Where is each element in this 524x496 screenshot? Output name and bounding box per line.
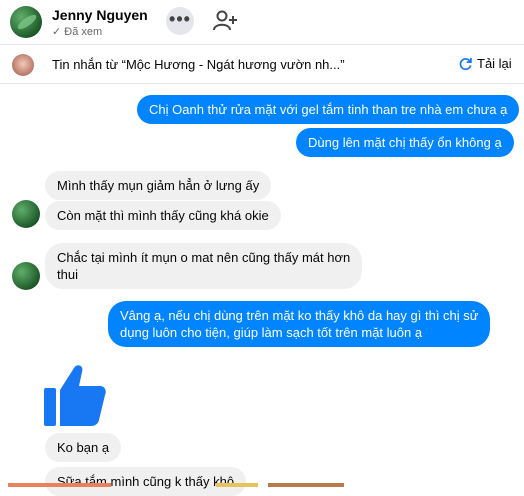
reload-icon [459, 57, 472, 71]
forwarded-from-bar: Tin nhắn từ “Mộc Hương - Ngát hương vườn… [0, 44, 524, 84]
attachment-preview[interactable] [8, 483, 111, 487]
page-avatar [12, 54, 34, 76]
message-bubble-outgoing[interactable]: Vâng ạ, nếu chị dùng trên mặt ko thấy kh… [108, 301, 491, 347]
message-bubble-outgoing[interactable]: Chị Oanh thử rửa mặt với gel tắm tinh th… [137, 95, 520, 124]
contact-avatar-small[interactable] [12, 200, 40, 228]
like-icon [44, 365, 106, 426]
message-bubble-incoming[interactable]: Mình thấy mụn giảm hẳn ở lưng ấy [45, 171, 272, 200]
seen-status: ✓ Đã xem [52, 26, 103, 38]
message-line: thui [57, 267, 78, 282]
attachment-preview[interactable] [268, 483, 344, 487]
add-person-icon [213, 10, 237, 31]
contact-avatar-small[interactable] [12, 262, 40, 290]
message-line: Vâng ạ, nếu chị dùng trên mặt ko thấy kh… [120, 308, 479, 323]
message-line: dụng luôn cho tiện, giúp làm sạch tốt tr… [120, 325, 423, 340]
attachment-preview[interactable] [216, 483, 258, 487]
forwarded-from-text: Tin nhắn từ “Mộc Hương - Ngát hương vườn… [52, 57, 345, 72]
contact-avatar[interactable] [10, 6, 42, 38]
reload-button[interactable]: Tải lại [458, 56, 512, 71]
add-person-button[interactable] [212, 8, 240, 36]
message-bubble-incoming[interactable]: Chắc tại mình ít mụn o mat nên cũng thấy… [45, 243, 363, 289]
message-bubble-incoming[interactable]: Còn mặt thì mình thấy cũng khá okie [45, 201, 281, 230]
message-line: Chắc tại mình ít mụn o mat nên cũng thấy… [57, 250, 351, 265]
reload-label: Tải lại [477, 56, 512, 71]
chat-header: Jenny Nguyen ✓ Đã xem ••• [0, 0, 524, 44]
more-options-button[interactable]: ••• [166, 7, 194, 35]
contact-name[interactable]: Jenny Nguyen [52, 7, 148, 23]
message-bubble-incoming[interactable]: Ko bạn ạ [45, 433, 122, 462]
message-bubble-incoming[interactable]: Sữa tắm mình cũng k thấy khô [45, 467, 247, 496]
more-options-icon: ••• [169, 9, 191, 29]
message-bubble-outgoing[interactable]: Dùng lên mặt chị thấy ổn không ạ [296, 128, 514, 157]
